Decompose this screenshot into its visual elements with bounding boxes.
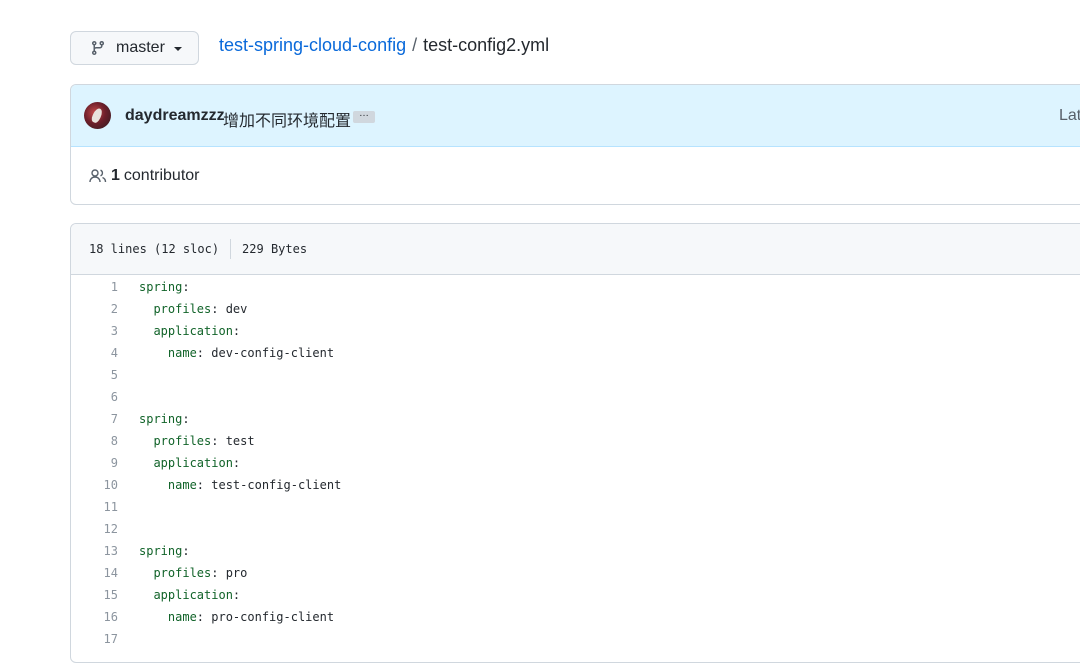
avatar[interactable] (84, 102, 111, 129)
latest-commit-label[interactable]: Lat (1059, 107, 1080, 125)
line-number[interactable]: 7 (71, 408, 139, 430)
line-number[interactable]: 12 (71, 518, 139, 540)
branch-label: master (116, 39, 165, 56)
code-line: 5 (71, 364, 1080, 386)
file-info-header: 18 lines (12 sloc) 229 Bytes (71, 224, 1080, 275)
code-line: 7 spring: (71, 408, 1080, 430)
line-number[interactable]: 1 (71, 276, 139, 298)
line-number[interactable]: 11 (71, 496, 139, 518)
line-text: spring: (139, 412, 190, 426)
line-number[interactable]: 17 (71, 628, 139, 650)
code-line: 10 name: test-config-client (71, 474, 1080, 496)
people-icon (89, 168, 107, 184)
file-size: 229 Bytes (242, 242, 308, 256)
line-number[interactable]: 9 (71, 452, 139, 474)
breadcrumb-separator: / (412, 35, 418, 55)
line-number[interactable]: 3 (71, 320, 139, 342)
yaml-key: name (139, 346, 197, 360)
line-text: application: (139, 588, 241, 602)
commit-message-link[interactable]: 增加不同环境配置 (223, 107, 351, 131)
yaml-value: test-config-client (204, 478, 342, 492)
line-text: profiles: pro (139, 566, 248, 580)
code-line: 14 profiles: pro (71, 562, 1080, 584)
code-line: 16 name: pro-config-client (71, 606, 1080, 628)
code-line: 12 (71, 518, 1080, 540)
yaml-key: profiles (139, 434, 212, 448)
line-number[interactable]: 16 (71, 606, 139, 628)
file-viewer: 18 lines (12 sloc) 229 Bytes 1 spring: 2 p… (70, 223, 1080, 663)
line-text: name: dev-config-client (139, 346, 335, 360)
chevron-down-icon (173, 47, 182, 51)
yaml-key: application (139, 456, 233, 470)
yaml-key: spring (139, 280, 183, 294)
yaml-key: application (139, 324, 233, 338)
line-text: profiles: dev (139, 302, 248, 316)
yaml-key: spring (139, 544, 183, 558)
file-name: test-config2.yml (423, 35, 550, 55)
line-number[interactable]: 6 (71, 386, 139, 408)
line-number[interactable]: 10 (71, 474, 139, 496)
yaml-key: name (139, 478, 197, 492)
code-line: 3 application: (71, 320, 1080, 342)
code-line: 1 spring: (71, 276, 1080, 298)
line-number[interactable]: 15 (71, 584, 139, 606)
line-text: spring: (139, 280, 190, 294)
line-text: application: (139, 324, 241, 338)
git-branch-icon (90, 40, 106, 56)
yaml-value: pro (218, 566, 248, 580)
line-text: name: pro-config-client (139, 610, 335, 624)
code-line: 11 (71, 496, 1080, 518)
yaml-key: profiles (139, 302, 212, 316)
yaml-key: application (139, 588, 233, 602)
code-line: 8 profiles: test (71, 430, 1080, 452)
expand-commit-button[interactable]: … (353, 109, 375, 123)
yaml-value: pro-config-client (204, 610, 335, 624)
line-number[interactable]: 4 (71, 342, 139, 364)
yaml-key: name (139, 610, 197, 624)
branch-select-button[interactable]: master (70, 31, 199, 65)
yaml-key: spring (139, 412, 183, 426)
yaml-value: dev-config-client (204, 346, 335, 360)
line-number[interactable]: 8 (71, 430, 139, 452)
code-line: 6 (71, 386, 1080, 408)
code-line: 4 name: dev-config-client (71, 342, 1080, 364)
repo-link[interactable]: test-spring-cloud-config (219, 35, 406, 55)
commit-header: daydreamzzz 增加不同环境配置 … Lat (71, 85, 1080, 147)
code-line: 13 spring: (71, 540, 1080, 562)
commit-author-link[interactable]: daydreamzzz (125, 107, 225, 125)
code-line: 2 profiles: dev (71, 298, 1080, 320)
file-line-count: 18 lines (12 sloc) (89, 242, 220, 256)
contributor-label: contributor (123, 167, 200, 184)
latest-commit-box: daydreamzzz 增加不同环境配置 … Lat 1 contributor (70, 84, 1080, 205)
contributor-count: 1 (111, 167, 120, 184)
line-text: profiles: test (139, 434, 255, 448)
code-line: 9 application: (71, 452, 1080, 474)
line-number[interactable]: 5 (71, 364, 139, 386)
breadcrumb: test-spring-cloud-config / test-config2.ym… (219, 34, 549, 56)
code-content: 1 spring: 2 profiles: dev 3 application: 4 n… (71, 275, 1080, 650)
line-number[interactable]: 13 (71, 540, 139, 562)
yaml-key: profiles (139, 566, 212, 580)
divider (230, 239, 232, 259)
line-number[interactable]: 14 (71, 562, 139, 584)
code-line: 17 (71, 628, 1080, 650)
line-text: name: test-config-client (139, 478, 342, 492)
yaml-value: dev (218, 302, 248, 316)
line-text: spring: (139, 544, 190, 558)
line-number[interactable]: 2 (71, 298, 139, 320)
yaml-value: test (218, 434, 255, 448)
line-text: application: (139, 456, 241, 470)
contributors-row[interactable]: 1 contributor (71, 147, 1080, 204)
code-line: 15 application: (71, 584, 1080, 606)
